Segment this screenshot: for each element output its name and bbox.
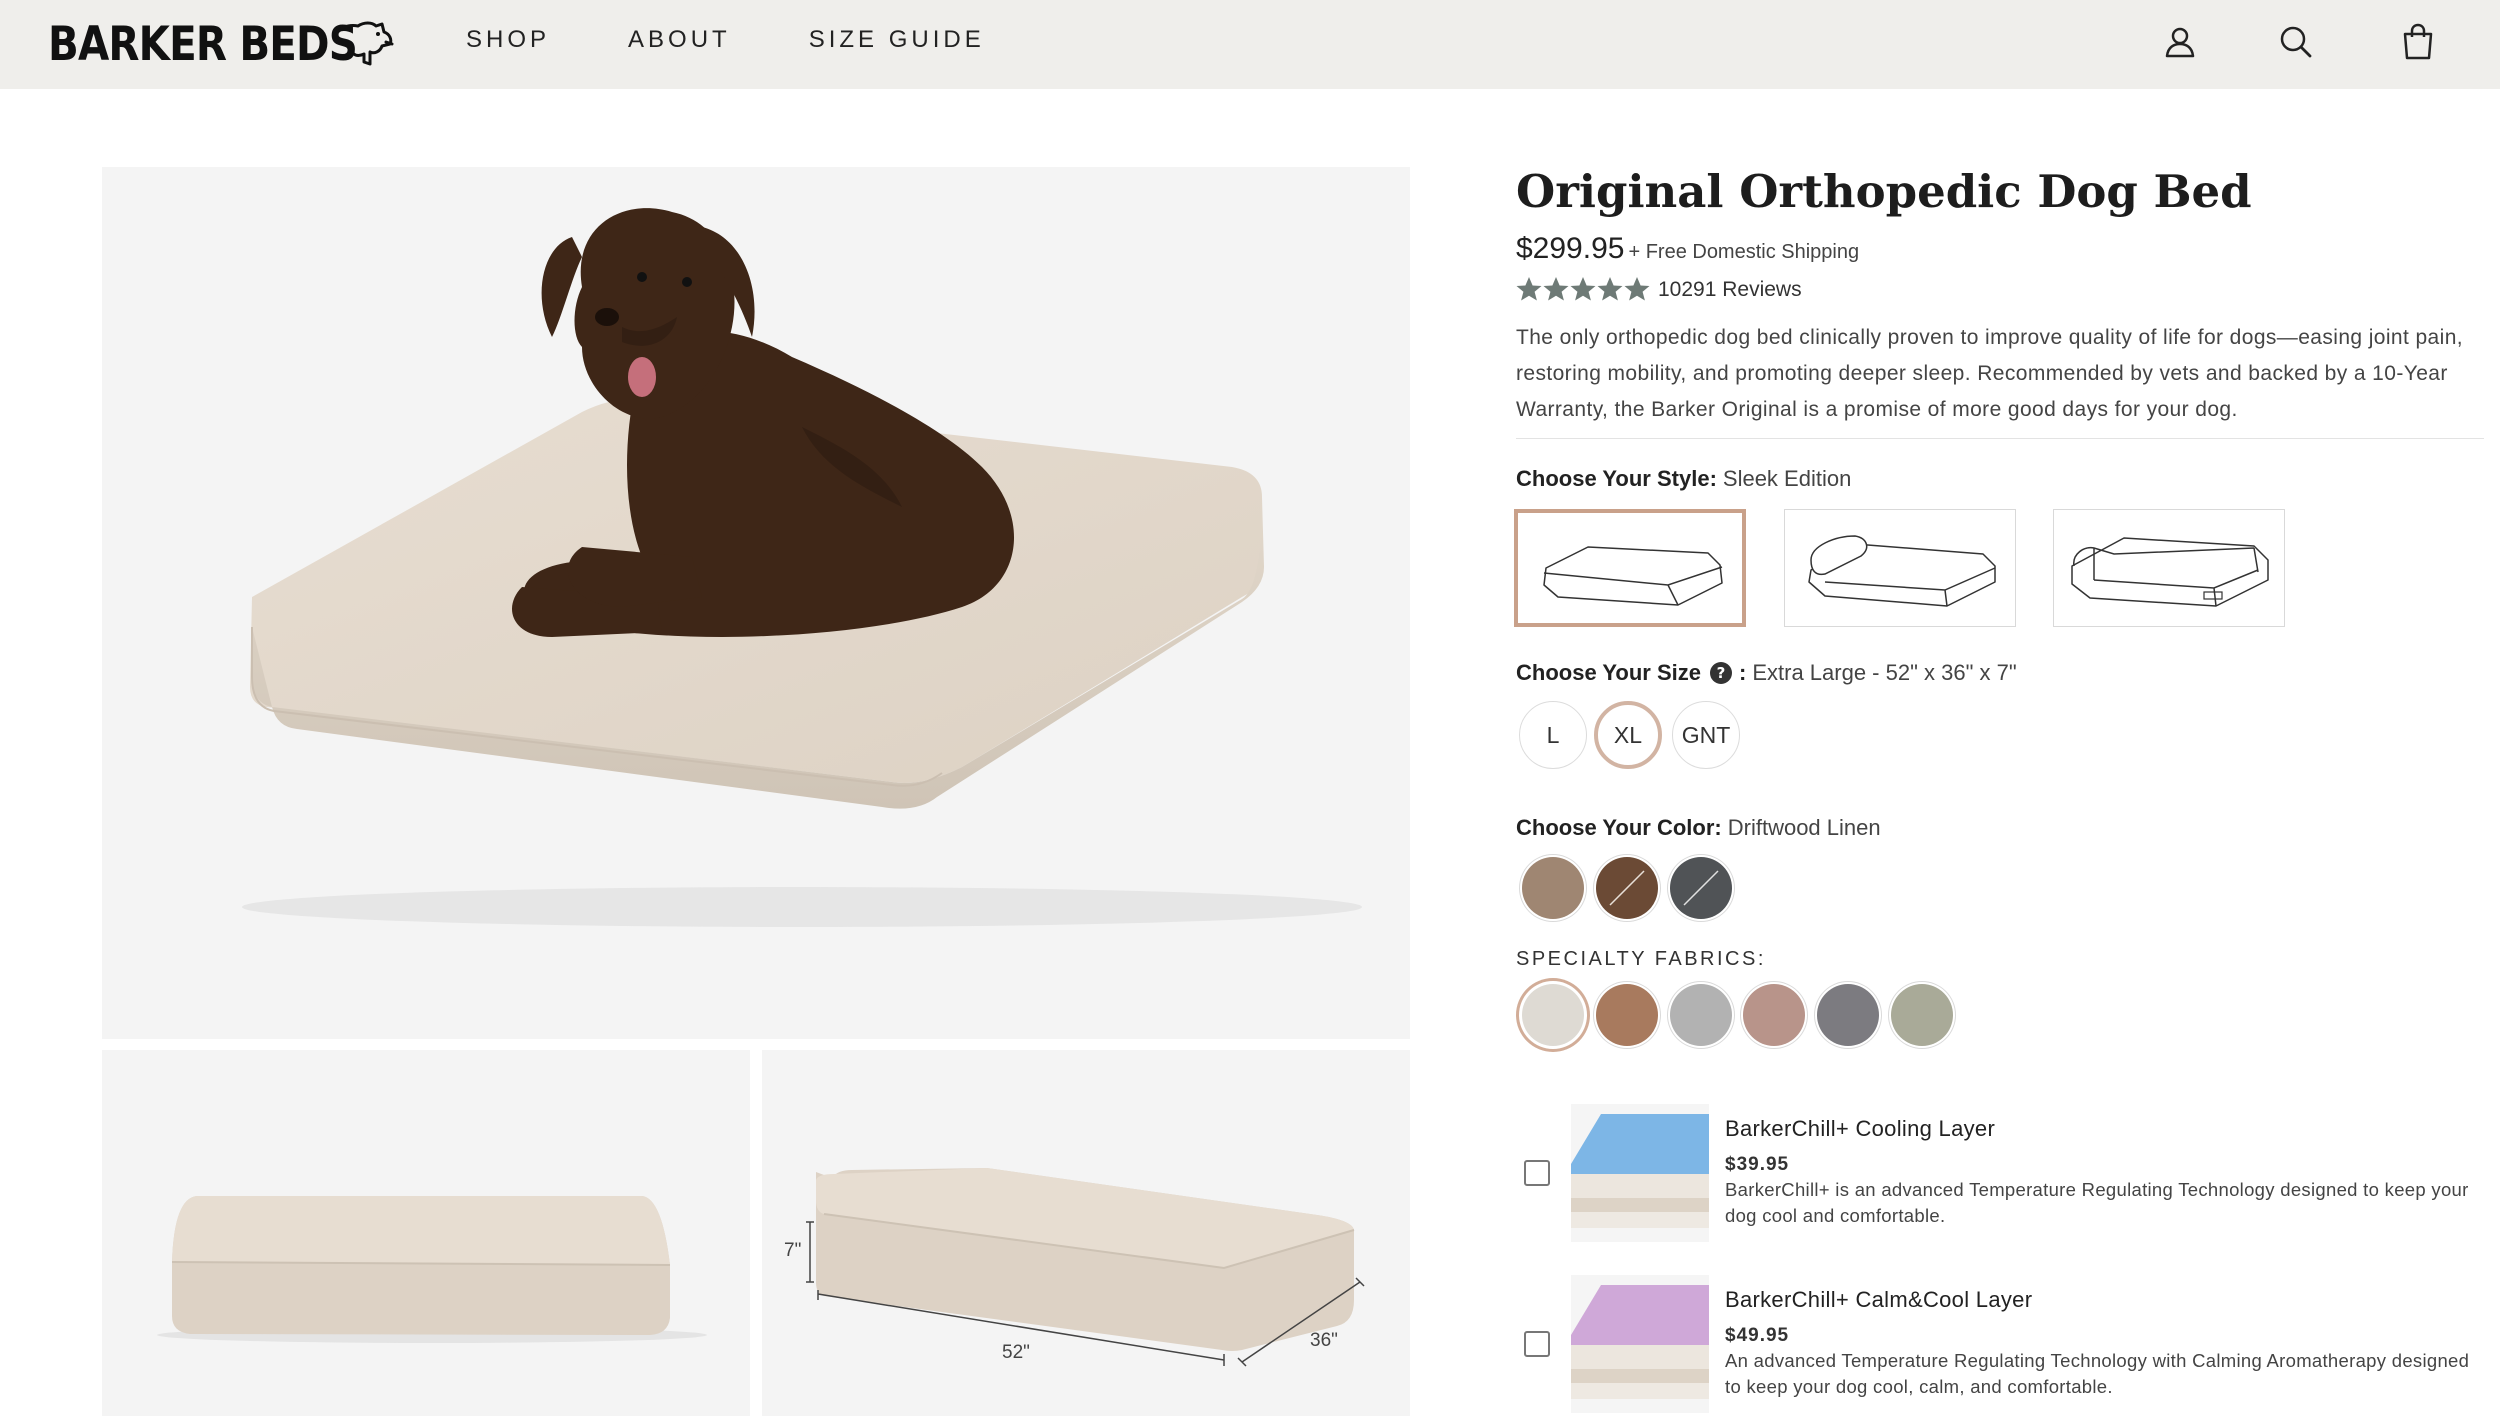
question-icon[interactable]: ?	[1709, 661, 1733, 685]
specialty-swatch-4[interactable]	[1743, 984, 1805, 1046]
size-option-xl[interactable]: XL	[1594, 701, 1662, 769]
unavailable-slash-icon	[1683, 870, 1719, 906]
specialty-label: SPECIALTY FABRICS:	[1516, 948, 1766, 970]
star-rating	[1516, 276, 1652, 304]
divider	[1516, 438, 2484, 439]
star-icon	[1624, 277, 1650, 301]
shipping-note: + Free Domestic Shipping	[1628, 241, 1860, 263]
specialty-label-row: SPECIALTY FABRICS:	[1516, 948, 1766, 971]
cart-icon[interactable]	[2398, 22, 2438, 62]
bed-side-image[interactable]	[102, 1050, 750, 1416]
addon-cooling-name: BarkerChill+ Cooling Layer	[1725, 1116, 1996, 1141]
star-icon	[1543, 277, 1569, 301]
dimension-height-label: 7"	[784, 1240, 802, 1261]
style-label-row: Choose Your Style: Sleek Edition	[1516, 466, 1851, 492]
addon-calm-cool-checkbox[interactable]	[1524, 1331, 1550, 1357]
cooling-layer-image	[1571, 1114, 1709, 1228]
addon-calm-cool-image	[1571, 1275, 1709, 1413]
size-option-gnt[interactable]: GNT	[1672, 701, 1740, 769]
color-label: Choose Your Color:	[1516, 815, 1722, 840]
dog-on-bed-image	[242, 208, 1362, 927]
specialty-swatch-2[interactable]	[1596, 984, 1658, 1046]
main-product-image[interactable]	[102, 167, 1410, 1039]
nav-size-guide[interactable]: SIZE GUIDE	[809, 26, 985, 54]
addon-calm-cool-description: An advanced Temperature Regulating Techn…	[1725, 1350, 2470, 1397]
calm-cool-layer-image	[1571, 1285, 1709, 1399]
size-option-l[interactable]: L	[1519, 701, 1587, 769]
nav-about[interactable]: ABOUT	[628, 26, 731, 54]
size-label: Choose Your Size	[1516, 660, 1702, 685]
style-label: Choose Your Style:	[1516, 466, 1717, 491]
color-swatch-brown[interactable]	[1596, 857, 1658, 919]
headrest-bed-icon	[1808, 535, 1996, 607]
product-title: Original Orthopedic Dog Bed	[1516, 165, 2252, 218]
color-value: Driftwood Linen	[1727, 815, 1881, 840]
main-nav: SHOP ABOUT SIZE GUIDE	[466, 26, 1063, 54]
site-header: BARKER BEDS SHOP ABOUT SIZE GUIDE	[0, 0, 2500, 89]
dimension-length-label: 52"	[1002, 1342, 1030, 1363]
star-icon	[1597, 277, 1623, 301]
color-swatch-charcoal[interactable]	[1670, 857, 1732, 919]
color-label-row: Choose Your Color: Driftwood Linen	[1516, 815, 1881, 841]
account-icon[interactable]	[2160, 22, 2200, 62]
size-label-row: Choose Your Size ? : Extra Large - 52" x…	[1516, 660, 2017, 686]
logo[interactable]: BARKER BEDS	[48, 14, 407, 74]
svg-text:?: ?	[1717, 664, 1726, 682]
bed-side-view	[157, 1196, 707, 1343]
size-label-separator: :	[1739, 660, 1747, 685]
specialty-swatch-3[interactable]	[1670, 984, 1732, 1046]
price-row: $299.95 + Free Domestic Shipping	[1516, 232, 1859, 266]
star-icons	[1516, 277, 1650, 301]
addon-cooling-image	[1571, 1104, 1709, 1242]
addon-calm-cool-name: BarkerChill+ Calm&Cool Layer	[1725, 1287, 2033, 1312]
size-value: Extra Large - 52" x 36" x 7"	[1752, 660, 2017, 685]
rating-row[interactable]: 10291 Reviews	[1516, 276, 1802, 304]
product-price: $299.95	[1516, 232, 1625, 265]
addon-cooling-checkbox[interactable]	[1524, 1160, 1550, 1186]
star-icon	[1570, 277, 1596, 301]
logo-text: BARKER BEDS	[48, 16, 358, 72]
style-value: Sleek Edition	[1722, 466, 1852, 491]
search-icon[interactable]	[2276, 22, 2316, 62]
bed-dimensions-image[interactable]: 7" 52" 36"	[762, 1050, 1410, 1416]
unavailable-slash-icon	[1609, 870, 1645, 906]
bed-dimensions-view	[806, 1168, 1365, 1367]
style-option-sleek[interactable]	[1514, 509, 1746, 627]
addon-calm-cool-price: $49.95	[1725, 1325, 1790, 1346]
style-option-bolster[interactable]	[2053, 509, 2285, 627]
sleek-bed-icon	[1543, 546, 1723, 606]
star-icon	[1516, 277, 1542, 301]
addon-cooling-description: BarkerChill+ is an advanced Temperature …	[1725, 1179, 2469, 1226]
specialty-swatch-5[interactable]	[1817, 984, 1879, 1046]
dimension-width-label: 36"	[1310, 1330, 1338, 1351]
specialty-swatch-6[interactable]	[1891, 984, 1953, 1046]
addon-cooling-price: $39.95	[1725, 1154, 1790, 1175]
product-description: The only orthopedic dog bed clinically p…	[1516, 326, 2464, 421]
dog-logo-icon	[332, 21, 394, 66]
color-swatch-driftwood[interactable]	[1522, 857, 1584, 919]
style-option-headrest[interactable]	[1784, 509, 2016, 627]
review-count: 10291 Reviews	[1658, 278, 1802, 301]
nav-shop[interactable]: SHOP	[466, 26, 550, 54]
bolster-bed-icon	[2071, 537, 2269, 607]
specialty-swatch-1[interactable]	[1522, 984, 1584, 1046]
